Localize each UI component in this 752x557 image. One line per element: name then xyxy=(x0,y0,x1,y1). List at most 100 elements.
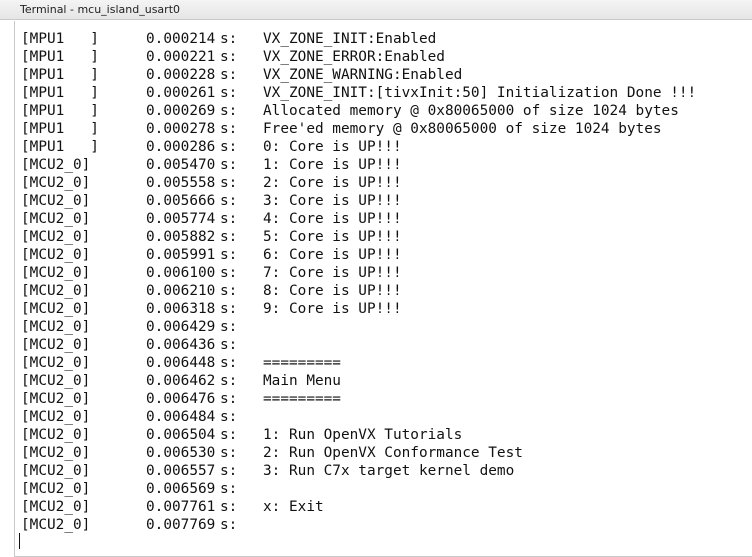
log-time-unit: s: xyxy=(220,301,238,317)
log-message: x: Exit xyxy=(263,499,324,515)
log-time-unit: s: xyxy=(220,247,238,263)
log-message xyxy=(263,318,752,336)
log-line: [MCU2_0] 0.006504 s: 1: Run OpenVX Tutorial… xyxy=(21,426,752,444)
log-source-tag: [MCU2_0] xyxy=(21,409,91,425)
log-source-tag: [MCU2_0] xyxy=(21,229,91,245)
window-title: Terminal - mcu_island_usart0 xyxy=(0,0,752,20)
log-line: [MPU1 ] 0.000221 s: VX_ZONE_ERROR:Enabled xyxy=(21,48,752,66)
log-time-unit: s: xyxy=(220,283,238,299)
log-message: 0: Core is UP!!! xyxy=(263,139,402,155)
log-message xyxy=(263,516,752,534)
log-message: VX_ZONE_ERROR:Enabled xyxy=(263,49,445,65)
log-message: 4: Core is UP!!! xyxy=(263,211,402,227)
log-time-unit: s: xyxy=(220,427,238,443)
log-line: [MCU2_0] 0.005882 s: 5: Core is UP!!! xyxy=(21,228,752,246)
log-time-unit: s: xyxy=(220,31,238,47)
log-time-unit: s: xyxy=(220,139,238,155)
log-time-unit: s: xyxy=(220,517,238,533)
log-timestamp: 0.005991 xyxy=(146,247,216,263)
log-source-tag: [MCU2_0] xyxy=(21,337,91,353)
log-line: [MCU2_0] 0.005558 s: 2: Core is UP!!! xyxy=(21,174,752,192)
log-time-unit: s: xyxy=(220,409,238,425)
log-timestamp: 0.000286 xyxy=(146,139,216,155)
log-source-tag: [MCU2_0] xyxy=(21,427,91,443)
log-source-tag: [MCU2_0] xyxy=(21,463,91,479)
log-message: Free'ed memory @ 0x80065000 of size 1024… xyxy=(263,121,662,137)
log-time-unit: s: xyxy=(220,103,238,119)
log-timestamp: 0.006448 xyxy=(146,355,216,371)
log-message: 5: Core is UP!!! xyxy=(263,229,402,245)
log-source-tag: [MCU2_0] xyxy=(21,247,91,263)
log-source-tag: [MPU1 ] xyxy=(21,139,99,155)
log-timestamp: 0.006569 xyxy=(146,481,216,497)
log-timestamp: 0.006504 xyxy=(146,427,216,443)
log-source-tag: [MPU1 ] xyxy=(21,103,99,119)
log-message: Main Menu xyxy=(263,373,341,389)
log-timestamp: 0.000228 xyxy=(146,67,216,83)
log-line: [MCU2_0] 0.006210 s: 8: Core is UP!!! xyxy=(21,282,752,300)
log-time-unit: s: xyxy=(220,49,238,65)
log-message: 1: Core is UP!!! xyxy=(263,157,402,173)
log-timestamp: 0.007761 xyxy=(146,499,216,515)
log-timestamp: 0.005470 xyxy=(146,157,216,173)
log-timestamp: 0.000269 xyxy=(146,103,216,119)
log-source-tag: [MCU2_0] xyxy=(21,265,91,281)
log-timestamp: 0.006462 xyxy=(146,373,216,389)
log-message: 8: Core is UP!!! xyxy=(263,283,402,299)
log-time-unit: s: xyxy=(220,67,238,83)
log-message: ========= xyxy=(263,355,341,371)
log-message: 1: Run OpenVX Tutorials xyxy=(263,427,463,443)
log-message: 3: Run C7x target kernel demo xyxy=(263,463,515,479)
log-time-unit: s: xyxy=(220,157,238,173)
log-source-tag: [MCU2_0] xyxy=(21,517,91,533)
log-line: [MCU2_0] 0.005470 s: 1: Core is UP!!! xyxy=(21,156,752,174)
log-line: [MPU1 ] 0.000228 s: VX_ZONE_WARNING:Enabled xyxy=(21,66,752,84)
log-timestamp: 0.000261 xyxy=(146,85,216,101)
log-line: [MCU2_0] 0.006318 s: 9: Core is UP!!! xyxy=(21,300,752,318)
log-time-unit: s: xyxy=(220,229,238,245)
log-timestamp: 0.007769 xyxy=(146,517,216,533)
log-line: [MCU2_0] 0.005991 s: 6: Core is UP!!! xyxy=(21,246,752,264)
log-message: 3: Core is UP!!! xyxy=(263,193,402,209)
log-message: ========= xyxy=(263,391,341,407)
log-timestamp: 0.000278 xyxy=(146,121,216,137)
log-line: [MPU1 ] 0.000269 s: Allocated memory @ 0x80… xyxy=(21,102,752,120)
log-timestamp: 0.005774 xyxy=(146,211,216,227)
log-timestamp: 0.006530 xyxy=(146,445,216,461)
log-message: 6: Core is UP!!! xyxy=(263,247,402,263)
log-source-tag: [MCU2_0] xyxy=(21,283,91,299)
log-time-unit: s: xyxy=(220,121,238,137)
log-source-tag: [MPU1 ] xyxy=(21,121,99,137)
log-line: [MPU1 ] 0.000261 s: VX_ZONE_INIT:[tivxInit:… xyxy=(21,84,752,102)
log-timestamp: 0.000221 xyxy=(146,49,216,65)
log-timestamp: 0.000214 xyxy=(146,31,216,47)
log-line: [MCU2_0] 0.005666 s: 3: Core is UP!!! xyxy=(21,192,752,210)
log-source-tag: [MCU2_0] xyxy=(21,481,91,497)
log-time-unit: s: xyxy=(220,337,238,353)
log-line: [MCU2_0] 0.006476 s: ========= xyxy=(21,390,752,408)
log-time-unit: s: xyxy=(220,355,238,371)
log-time-unit: s: xyxy=(220,265,238,281)
terminal-window: Terminal - mcu_island_usart0 [MPU1 ] 0.00… xyxy=(0,0,752,557)
log-timestamp: 0.005666 xyxy=(146,193,216,209)
log-source-tag: [MCU2_0] xyxy=(21,211,91,227)
log-line: [MCU2_0] 0.006569 s: xyxy=(21,480,752,498)
log-message: VX_ZONE_WARNING:Enabled xyxy=(263,67,463,83)
log-timestamp: 0.005882 xyxy=(146,229,216,245)
log-message: 2: Run OpenVX Conformance Test xyxy=(263,445,523,461)
log-message: 9: Core is UP!!! xyxy=(263,301,402,317)
log-line: [MPU1 ] 0.000214 s: VX_ZONE_INIT:Enabled xyxy=(21,30,752,48)
log-line: [MCU2_0] 0.006100 s: 7: Core is UP!!! xyxy=(21,264,752,282)
log-time-unit: s: xyxy=(220,319,238,335)
log-timestamp: 0.006557 xyxy=(146,463,216,479)
log-time-unit: s: xyxy=(220,85,238,101)
log-line: [MPU1 ] 0.000286 s: 0: Core is UP!!! xyxy=(21,138,752,156)
log-message: VX_ZONE_INIT:Enabled xyxy=(263,31,437,47)
log-source-tag: [MCU2_0] xyxy=(21,373,91,389)
log-source-tag: [MCU2_0] xyxy=(21,319,91,335)
log-time-unit: s: xyxy=(220,391,238,407)
terminal-output-area[interactable]: [MPU1 ] 0.000214 s: VX_ZONE_INIT:Enabled [MP… xyxy=(14,21,752,557)
log-time-unit: s: xyxy=(220,193,238,209)
log-time-unit: s: xyxy=(220,445,238,461)
log-message: Allocated memory @ 0x80065000 of size 10… xyxy=(263,103,679,119)
